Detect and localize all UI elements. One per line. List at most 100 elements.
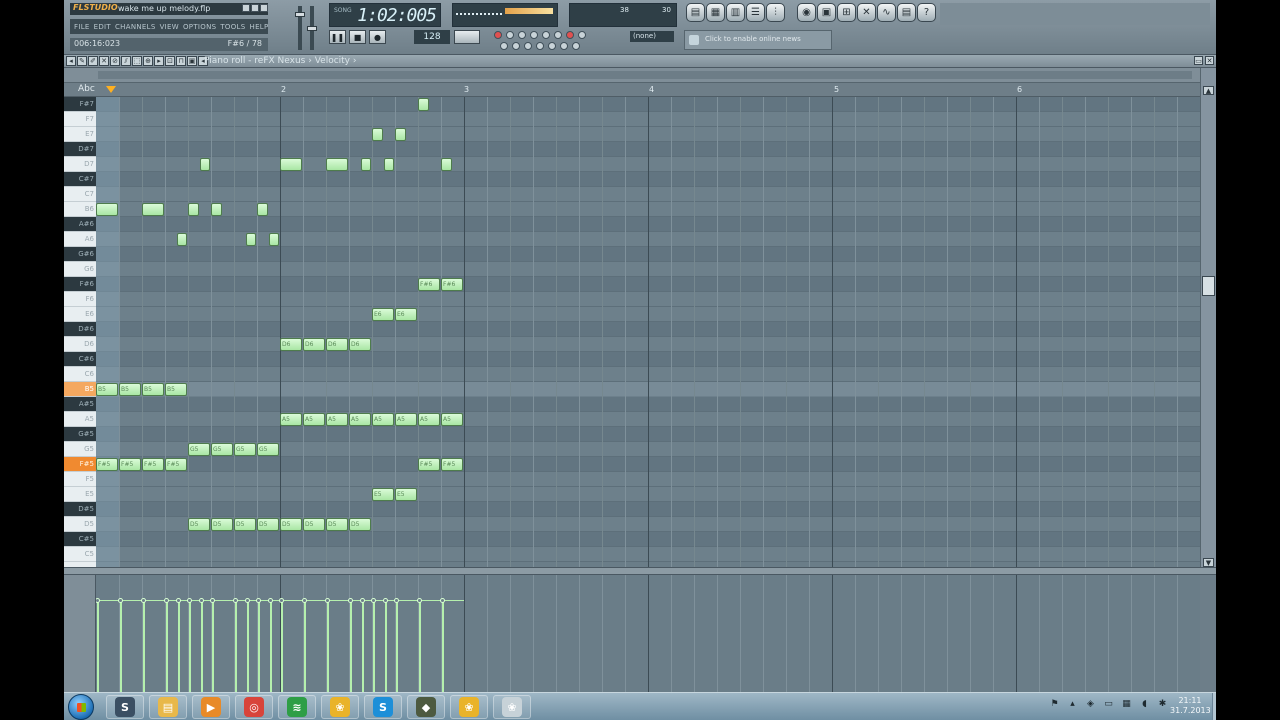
piano-key[interactable]: C#6 <box>64 352 96 367</box>
velocity-bar[interactable] <box>269 600 272 692</box>
piano-key[interactable]: B5 <box>64 382 96 397</box>
detach-icon[interactable]: ▭ <box>1194 56 1203 65</box>
piano-key[interactable]: D#6 <box>64 322 96 337</box>
scroll-thumb[interactable] <box>1202 276 1215 296</box>
velocity-bar[interactable] <box>235 600 237 692</box>
note[interactable] <box>245 233 256 246</box>
velocity-handle[interactable] <box>96 598 100 603</box>
velocity-editor[interactable] <box>96 575 1200 692</box>
velocity-bar[interactable] <box>350 600 352 692</box>
velocity-handle[interactable] <box>256 598 261 603</box>
mode-icon-15[interactable] <box>572 42 580 50</box>
velocity-bar[interactable] <box>419 600 421 692</box>
velocity-bar[interactable] <box>327 600 329 692</box>
tray-monitor-icon[interactable]: ▭ <box>1103 699 1114 710</box>
piano-key[interactable]: B6 <box>64 202 96 217</box>
note[interactable]: D6 <box>280 338 302 351</box>
snap-icon[interactable]: ⊡ <box>165 56 175 66</box>
velocity-handle[interactable] <box>359 598 365 603</box>
note[interactable]: D6 <box>349 338 371 351</box>
note[interactable]: B5 <box>165 383 187 396</box>
select-tool-icon[interactable]: ⬚ <box>132 56 142 66</box>
menu-file[interactable]: FILE <box>74 23 90 31</box>
note[interactable] <box>257 203 268 216</box>
note[interactable]: E6 <box>372 308 394 321</box>
taskbar-app-explorer[interactable]: ▤ <box>149 695 187 719</box>
note-grid[interactable]: F#6 F#6 E6 E6 D6 D6 D6 D6 B5 B5 B5 B5 A5 A5 A5 A5 A5 A5 A5… <box>96 97 1200 567</box>
note[interactable] <box>383 158 394 171</box>
velocity-handle[interactable] <box>417 598 422 603</box>
velocity-handle[interactable] <box>279 598 284 603</box>
playhead-marker-icon[interactable] <box>106 86 116 93</box>
mode-icon-6[interactable] <box>554 31 562 39</box>
piano-roll-icon[interactable]: ▥ <box>726 3 745 22</box>
note[interactable] <box>372 128 383 141</box>
draw-tool-icon[interactable]: ✎ <box>77 56 87 66</box>
taskbar-app-media-player[interactable]: ▶ <box>192 695 230 719</box>
mode-icon-3[interactable] <box>518 31 526 39</box>
velocity-bar[interactable] <box>143 600 145 692</box>
taskbar-app-fl-studio-fruit[interactable]: ❀ <box>321 695 359 719</box>
piano-key[interactable]: G#5 <box>64 427 96 442</box>
piano-key[interactable]: E7 <box>64 127 96 142</box>
menu-options[interactable]: OPTIONS <box>183 23 216 31</box>
piano-key[interactable]: C7 <box>64 187 96 202</box>
magnet-icon[interactable]: ⊓ <box>176 56 186 66</box>
taskbar-app-fl-studio-2[interactable]: ❀ <box>493 695 531 719</box>
velocity-bar[interactable] <box>361 600 364 692</box>
velocity-handle[interactable] <box>187 598 192 603</box>
velocity-bar[interactable] <box>373 600 375 692</box>
piano-key[interactable]: D#5 <box>64 502 96 517</box>
note[interactable] <box>395 128 406 141</box>
velocity-bar[interactable] <box>177 600 180 692</box>
note[interactable]: A5 <box>280 413 302 426</box>
piano-key[interactable]: D#7 <box>64 142 96 157</box>
tray-shield-icon[interactable]: ◈ <box>1085 699 1096 710</box>
save-icon[interactable]: ▤ <box>897 3 916 22</box>
abc-toggle[interactable]: Abc <box>78 84 95 94</box>
piano-key[interactable]: A5 <box>64 412 96 427</box>
piano-key[interactable]: F5 <box>64 472 96 487</box>
velocity-bar[interactable] <box>246 600 249 692</box>
pattern-selector[interactable] <box>454 30 480 44</box>
tray-volume-icon[interactable]: ◖ <box>1139 699 1150 710</box>
velocity-handle[interactable] <box>325 598 330 603</box>
velocity-bar[interactable] <box>396 600 398 692</box>
stop-button[interactable]: ■ <box>349 30 366 44</box>
velocity-handle[interactable] <box>164 598 169 603</box>
note[interactable]: F#5 <box>165 458 187 471</box>
clock[interactable]: 21:11 31.7.2013 <box>1170 696 1211 716</box>
tempo-display[interactable]: 128 <box>414 30 450 44</box>
velocity-handle[interactable] <box>141 598 146 603</box>
note[interactable]: B5 <box>96 383 118 396</box>
browser-icon[interactable]: ☰ <box>746 3 765 22</box>
note[interactable]: F#6 <box>418 278 440 291</box>
note[interactable] <box>280 158 302 171</box>
velocity-bar[interactable] <box>97 600 99 692</box>
vertical-scrollbar[interactable]: ▲ ▼ <box>1200 68 1216 568</box>
piano-key[interactable]: C#7 <box>64 172 96 187</box>
menu-help[interactable]: HELP <box>250 23 269 31</box>
note[interactable]: F#6 <box>441 278 463 291</box>
note[interactable] <box>418 98 429 111</box>
wave-icon[interactable]: ∿ <box>877 3 896 22</box>
midi-device-select[interactable]: (none) <box>630 31 674 42</box>
note[interactable]: B5 <box>119 383 141 396</box>
menu-tools[interactable]: TOOLS <box>220 23 245 31</box>
note[interactable]: E5 <box>372 488 394 501</box>
note[interactable]: D5 <box>303 518 325 531</box>
note[interactable] <box>199 158 210 171</box>
note[interactable] <box>326 158 348 171</box>
cpu-icon[interactable]: ◉ <box>797 3 816 22</box>
taskbar-app-steam[interactable]: S <box>106 695 144 719</box>
note[interactable]: G5 <box>188 443 210 456</box>
note[interactable]: F#5 <box>418 458 440 471</box>
mode-icon-9[interactable] <box>500 42 508 50</box>
menu-edit[interactable]: EDIT <box>94 23 111 31</box>
velocity-bar[interactable] <box>120 600 122 692</box>
velocity-handle[interactable] <box>175 598 181 603</box>
note[interactable] <box>360 158 371 171</box>
piano-key[interactable]: D6 <box>64 337 96 352</box>
piano-key[interactable]: F#7 <box>64 97 96 112</box>
velocity-bar[interactable] <box>258 600 260 692</box>
